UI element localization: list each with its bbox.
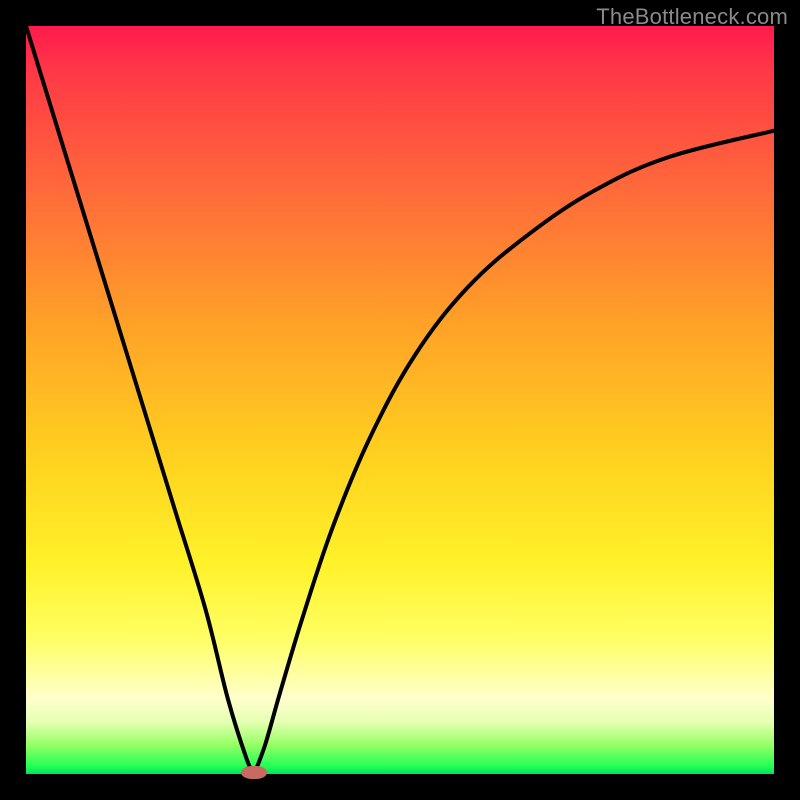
- chart-frame: TheBottleneck.com: [0, 0, 800, 800]
- curve-left-branch: [26, 26, 254, 774]
- bottleneck-curve: [26, 26, 774, 774]
- minimum-marker: [241, 766, 267, 779]
- curve-right-branch: [254, 131, 774, 774]
